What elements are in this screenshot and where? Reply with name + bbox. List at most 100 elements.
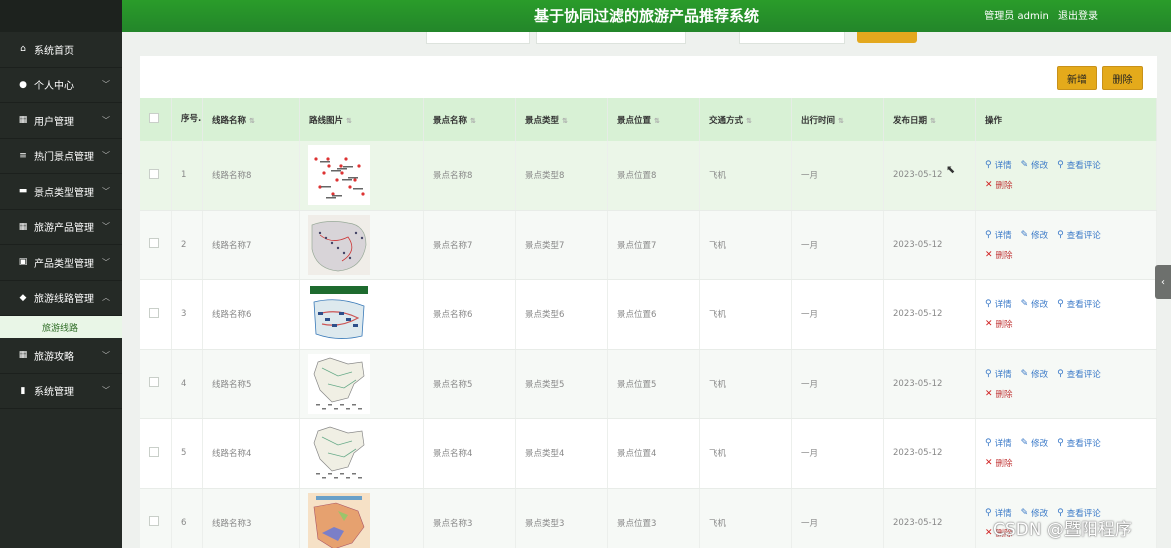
view-comments-button[interactable]: ⚲ 查看评论 [1057, 368, 1101, 380]
row-delete-button[interactable]: ✕ 删除 [985, 457, 1013, 469]
sidebar-item-3[interactable]: ≡ 热门景点管理 ﹀ [0, 139, 122, 174]
table-row[interactable]: 1 线路名称8 景点名称8 景点类型8 景点位置8 飞机 一月 2023-05-12 ⚲ 详情 ✎ 修… [140, 141, 1157, 211]
sort-icon[interactable]: ⇅ [746, 117, 752, 125]
cell-spot-name: 景点名称3 [423, 488, 516, 548]
col-travel-time[interactable]: 出行时间 ⇅ [791, 98, 884, 141]
col-route-image[interactable]: 路线图片 ⇅ [299, 98, 424, 141]
sidebar-item-1[interactable]: ● 个人中心 ﹀ [0, 68, 122, 103]
route-map-image[interactable] [308, 423, 370, 484]
cell-index: 5 [171, 418, 203, 489]
search-input-2[interactable] [536, 32, 686, 44]
search-button[interactable] [857, 32, 917, 43]
sidebar-item-7[interactable]: ◆ 旅游线路管理 ︿ [0, 281, 122, 316]
row-checkbox[interactable] [149, 168, 159, 179]
cell-route-image [299, 279, 424, 350]
detail-button[interactable]: ⚲ 详情 [985, 159, 1012, 171]
add-button[interactable]: 新增 [1057, 66, 1097, 90]
sidebar-item-9[interactable]: ▮ 系统管理 ﹀ [0, 374, 122, 409]
row-checkbox[interactable] [149, 307, 159, 318]
row-select[interactable] [140, 349, 172, 419]
detail-button[interactable]: ⚲ 详情 [985, 368, 1012, 380]
sidebar-item-5[interactable]: ▦ 旅游产品管理 ﹀ [0, 210, 122, 245]
table-row[interactable]: 3 线路名称6 景点名称6 景点类型6 景点位置6 飞机 一月 2023-05-12 ⚲ 详情 ✎ 修… [140, 279, 1157, 350]
col-publish-date[interactable]: 发布日期 ⇅ [883, 98, 976, 141]
route-map-image[interactable] [308, 353, 370, 414]
route-map-image[interactable] [308, 214, 370, 275]
table-row[interactable]: 5 线路名称4 景点名称4 景点类型4 景点位置4 飞机 一月 2023-05-12 ⚲ 详情 ✎ 修… [140, 418, 1157, 489]
pencil-icon: ✎ [1020, 368, 1029, 379]
table-header-row: 序号. 线路名称 ⇅ 路线图片 ⇅ 景点名称 ⇅ 景点类型 ⇅ 景点位置 ⇅ 交通方式 ⇅ … [140, 98, 1157, 141]
table-row[interactable]: 4 线路名称5 景点名称5 景点类型5 景点位置5 飞机 一月 2023-05-12 ⚲ 详情 ✎ 修… [140, 349, 1157, 419]
search-input-3[interactable] [739, 32, 845, 44]
mouse-cursor-icon: ⬉ [946, 163, 956, 176]
sidebar-item-0[interactable]: ⌂ 系统首页 [0, 32, 122, 68]
select-all-header[interactable] [140, 98, 172, 141]
row-delete-button[interactable]: ✕ 删除 [985, 179, 1013, 191]
select-all-checkbox[interactable] [149, 113, 159, 123]
search-icon: ⚲ [1057, 438, 1064, 449]
detail-button[interactable]: ⚲ 详情 [985, 437, 1012, 449]
cell-publish-date: 2023-05-12 [883, 210, 976, 280]
edit-button[interactable]: ✎ 修改 [1021, 368, 1049, 380]
row-checkbox[interactable] [149, 446, 159, 457]
detail-button[interactable]: ⚲ 详情 [985, 229, 1012, 241]
cell-travel-time: 一月 [791, 210, 884, 280]
edit-button[interactable]: ✎ 修改 [1021, 229, 1049, 241]
view-comments-button[interactable]: ⚲ 查看评论 [1057, 159, 1101, 171]
row-select[interactable] [140, 279, 172, 350]
row-checkbox[interactable] [149, 238, 159, 249]
edit-button[interactable]: ✎ 修改 [1021, 437, 1049, 449]
sort-icon[interactable]: ⇅ [470, 117, 476, 125]
route-map-image[interactable] [308, 145, 370, 206]
row-checkbox[interactable] [149, 516, 159, 527]
edit-button[interactable]: ✎ 修改 [1021, 298, 1049, 310]
row-checkbox[interactable] [149, 377, 159, 388]
table-row[interactable]: 2 线路名称7 景点名称7 景点类型7 景点位置7 飞机 一月 2023-05-12 ⚲ 详情 ✎ 修… [140, 210, 1157, 280]
detail-button[interactable]: ⚲ 详情 [985, 298, 1012, 310]
col-route-name[interactable]: 线路名称 ⇅ [202, 98, 300, 141]
sort-icon[interactable]: ⇅ [562, 117, 568, 125]
logout-link[interactable]: 退出登录 [1058, 11, 1098, 22]
row-delete-button[interactable]: ✕ 删除 [985, 388, 1013, 400]
col-transport[interactable]: 交通方式 ⇅ [699, 98, 792, 141]
row-delete-button[interactable]: ✕ 删除 [985, 249, 1013, 261]
edit-button[interactable]: ✎ 修改 [1021, 159, 1049, 171]
cell-route-image [299, 488, 424, 548]
search-input-1[interactable] [426, 32, 530, 44]
sidebar-item-4[interactable]: ▬ 景点类型管理 ﹀ [0, 174, 122, 210]
col-spot-name[interactable]: 景点名称 ⇅ [423, 98, 516, 141]
sort-icon[interactable]: ⇅ [930, 117, 936, 125]
sidebar-item-8[interactable]: ▦ 旅游攻略 ﹀ [0, 338, 122, 374]
view-comments-button[interactable]: ⚲ 查看评论 [1057, 229, 1101, 241]
cell-publish-date: 2023-05-12 [883, 488, 976, 548]
pencil-icon: ✎ [1020, 229, 1029, 240]
row-select[interactable] [140, 210, 172, 280]
col-spot-location[interactable]: 景点位置 ⇅ [607, 98, 700, 141]
view-comments-button[interactable]: ⚲ 查看评论 [1057, 298, 1101, 310]
admin-label: 管理员 admin [984, 11, 1049, 22]
delete-button[interactable]: 删除 [1102, 66, 1143, 90]
sidebar-item-6[interactable]: ▣ 产品类型管理 ﹀ [0, 245, 122, 281]
side-drawer-handle[interactable]: ‹ [1155, 265, 1171, 299]
sort-icon[interactable]: ⇅ [654, 117, 660, 125]
close-icon: ✕ [985, 388, 993, 399]
col-spot-type[interactable]: 景点类型 ⇅ [515, 98, 608, 141]
route-map-image[interactable] [308, 284, 370, 345]
cell-route-image [299, 141, 424, 211]
cell-index: 4 [171, 349, 203, 419]
row-select[interactable] [140, 418, 172, 489]
grid-icon: ▦ [18, 350, 28, 361]
view-comments-button[interactable]: ⚲ 查看评论 [1057, 437, 1101, 449]
cell-index: 1 [171, 141, 203, 211]
sort-icon[interactable]: ⇅ [249, 117, 255, 125]
sort-icon[interactable]: ⇅ [346, 117, 352, 125]
sort-icon[interactable]: ⇅ [838, 117, 844, 125]
row-select[interactable] [140, 488, 172, 548]
cell-spot-type: 景点类型5 [515, 349, 608, 419]
row-select[interactable] [140, 141, 172, 211]
sidebar-subitem-route[interactable]: 旅游线路 [0, 316, 122, 338]
row-delete-button[interactable]: ✕ 删除 [985, 318, 1013, 330]
search-icon: ⚲ [1057, 229, 1064, 240]
sidebar-item-2[interactable]: ▦ 用户管理 ﹀ [0, 103, 122, 139]
route-map-image[interactable] [308, 492, 370, 548]
